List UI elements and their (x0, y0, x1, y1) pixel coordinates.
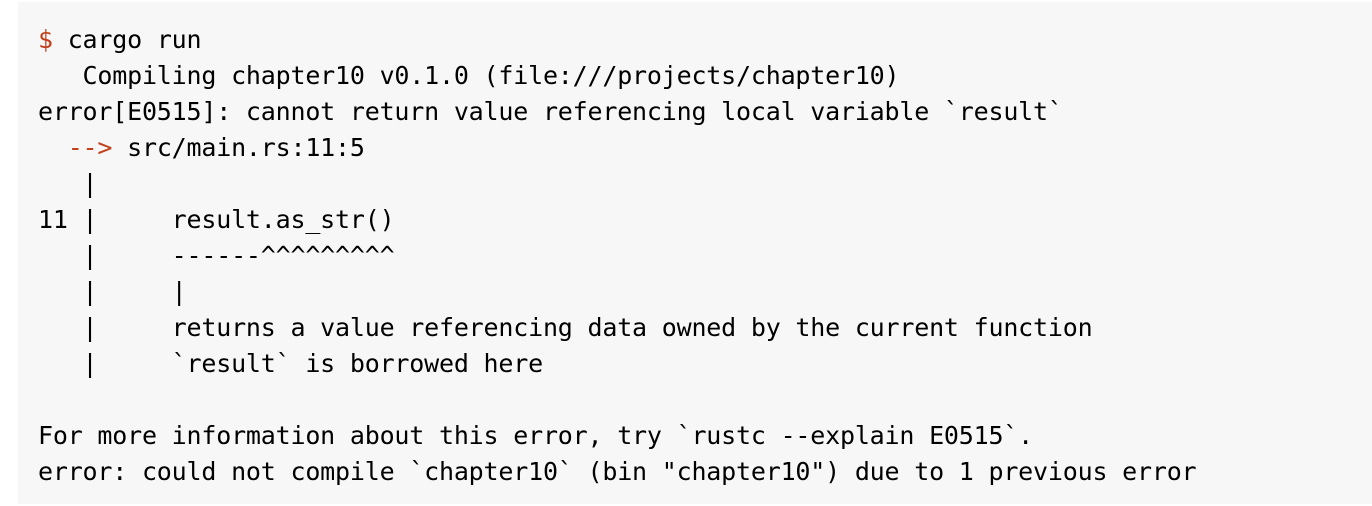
note-line-2: | `result` is borrowed here (38, 349, 544, 378)
command-text: cargo run (52, 25, 202, 54)
error-header-line: error[E0515]: cannot return value refere… (38, 97, 1063, 126)
prompt-symbol: $ (38, 25, 53, 54)
location-line: --> src/main.rs:11:5 (38, 130, 1372, 166)
note-line-1: | returns a value referencing data owned… (38, 313, 1093, 342)
pipe-line: | | (38, 277, 187, 306)
location-text: src/main.rs:11:5 (112, 133, 365, 162)
final-error-line: error: could not compile `chapter10` (bi… (38, 457, 1197, 486)
terminal-text: $ cargo run Compiling chapter10 v0.1.0 (… (38, 22, 1372, 490)
gutter-line: | (38, 169, 98, 198)
arrow-icon: --> (67, 133, 113, 162)
compiling-line: Compiling chapter10 v0.1.0 (file:///proj… (38, 61, 900, 90)
terminal-output: $ cargo run Compiling chapter10 v0.1.0 (… (18, 2, 1372, 504)
arrow-indent (38, 133, 68, 162)
command-line: $ cargo run (38, 22, 1372, 58)
code-line: 11 | result.as_str() (38, 205, 395, 234)
underline-line: | ------^^^^^^^^^ (38, 241, 395, 270)
more-info-line: For more information about this error, t… (38, 421, 1034, 450)
